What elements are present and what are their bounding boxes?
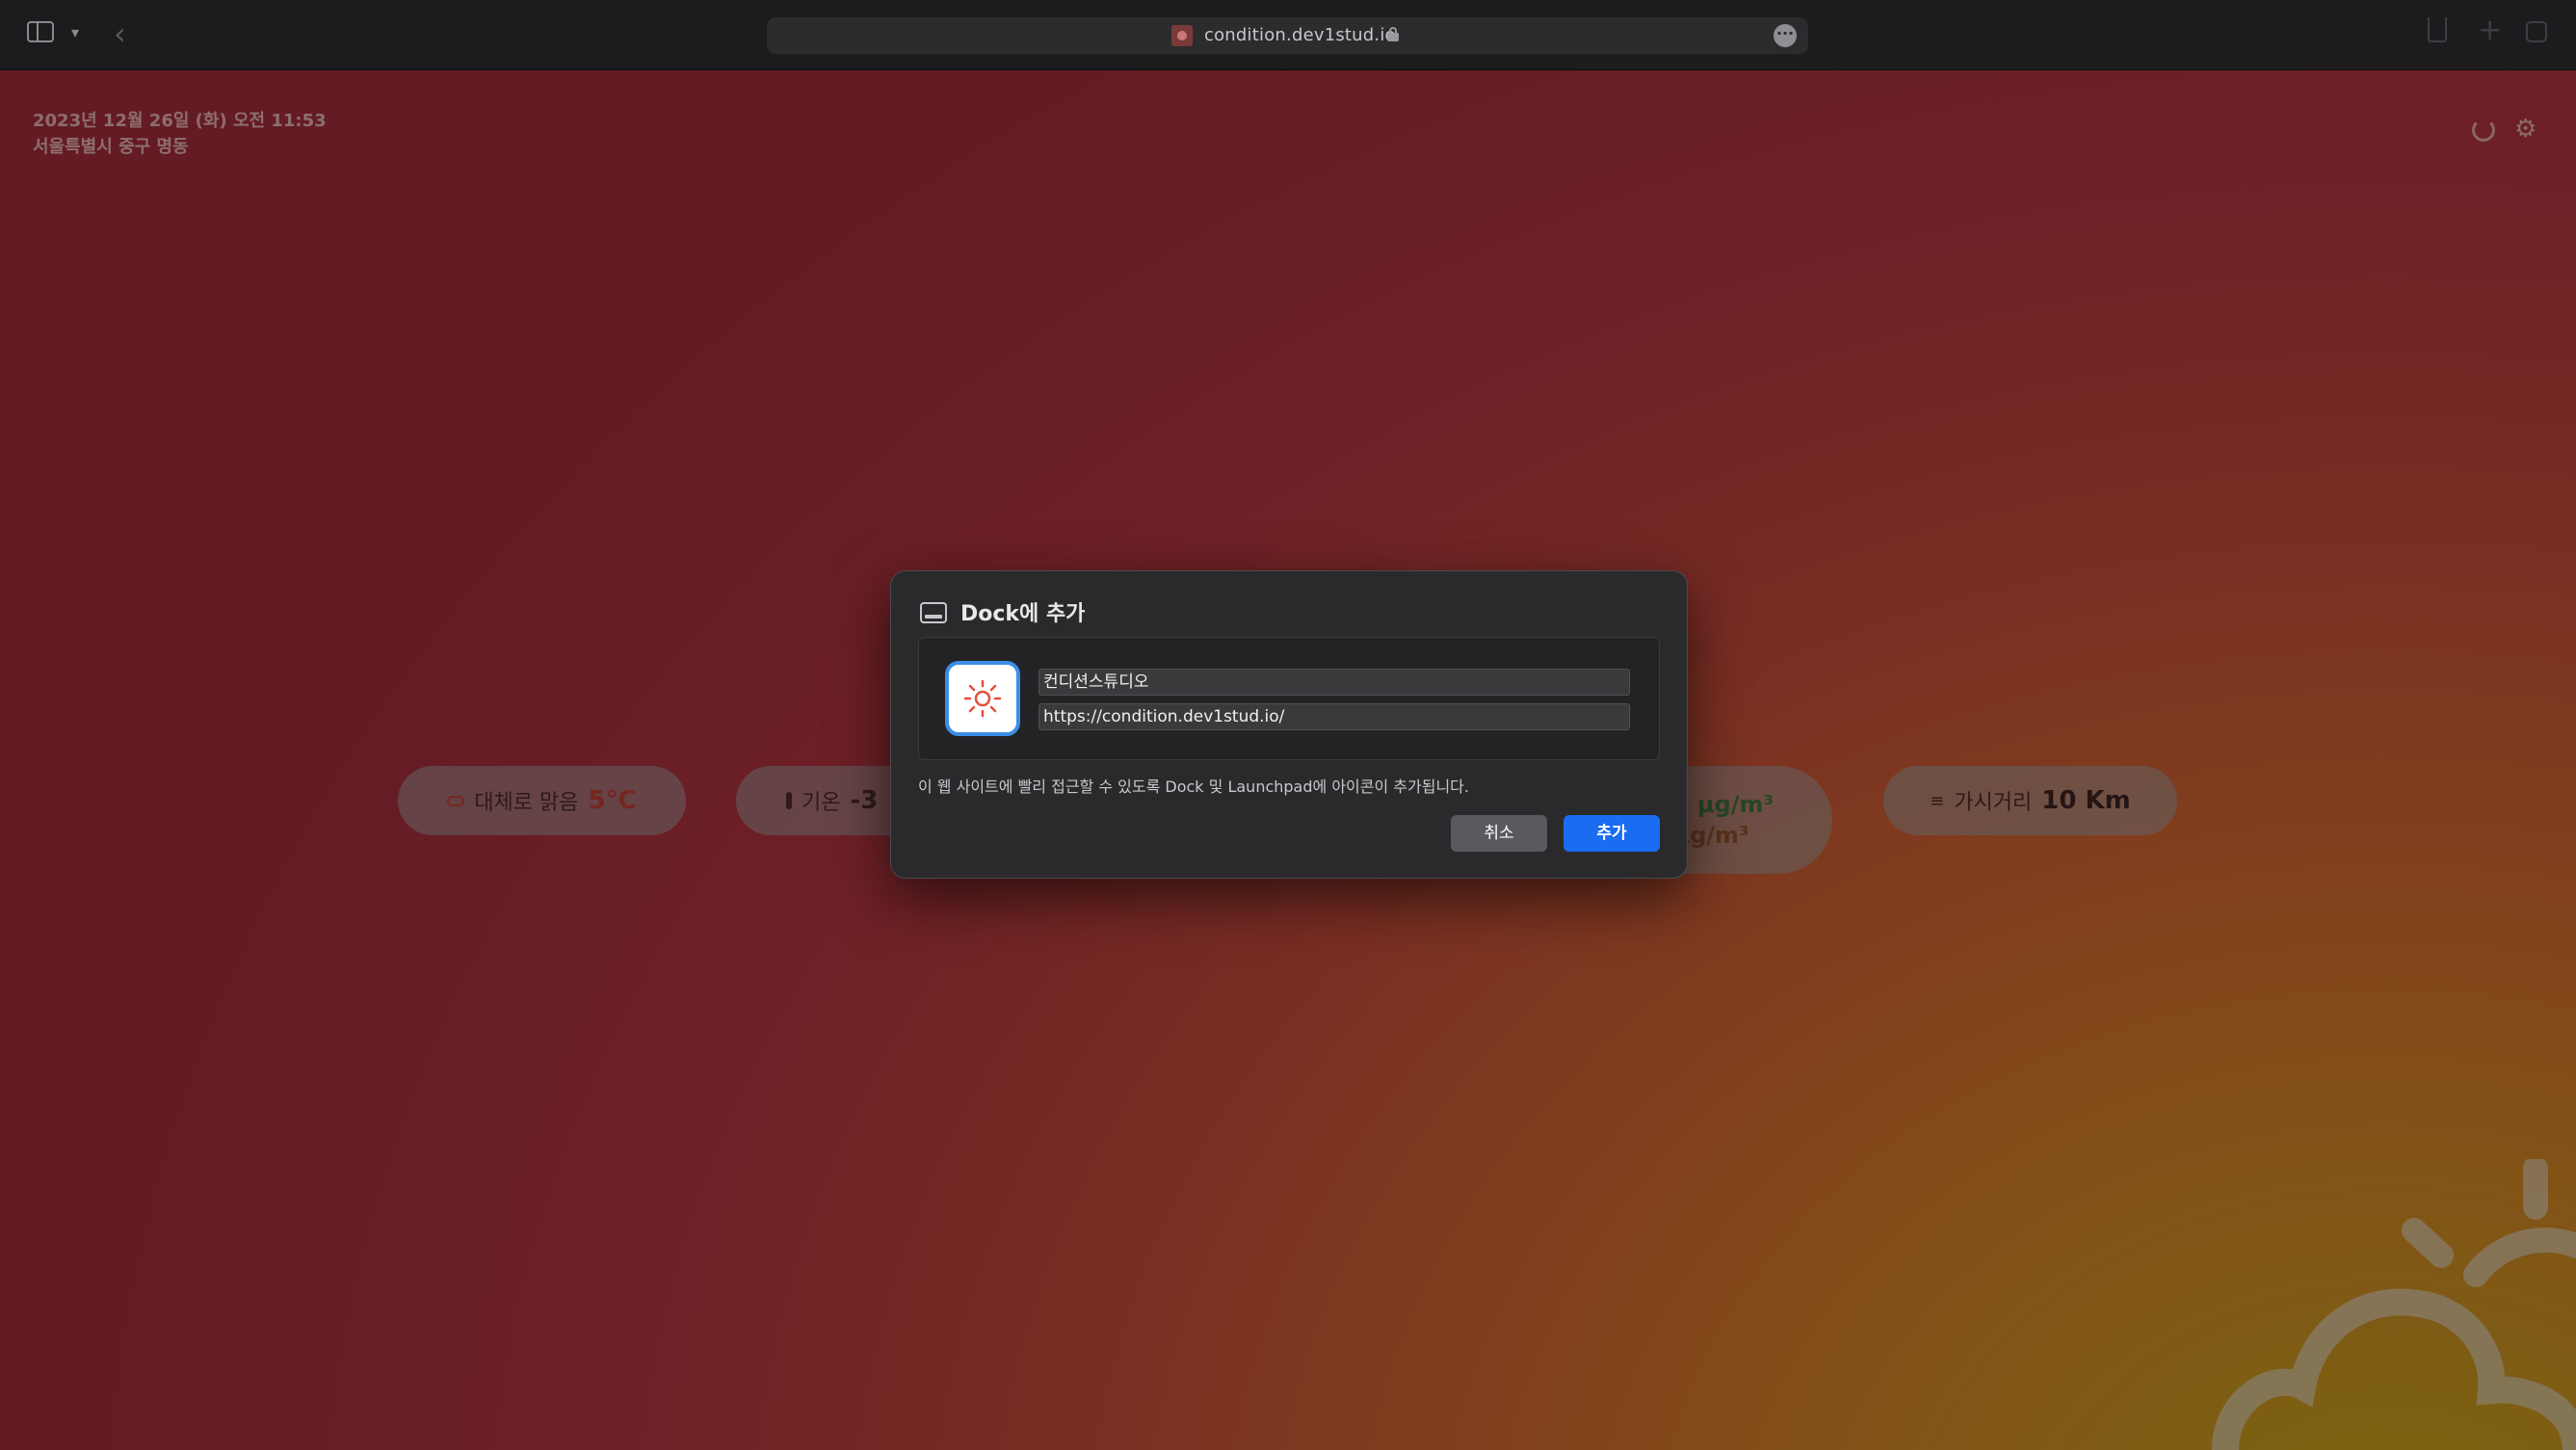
app-info-box: 컨디션스튜디오 https://condition.dev1stud.io/ xyxy=(918,637,1660,760)
app-name-field[interactable]: 컨디션스튜디오 xyxy=(1038,669,1630,696)
add-to-dock-dialog: Dock에 추가 컨디션스튜디오 https://condition.dev1s… xyxy=(890,570,1688,879)
chevron-down-icon[interactable]: ▾ xyxy=(71,23,79,41)
app-sun-icon xyxy=(945,661,1020,736)
address-bar[interactable]: condition.dev1stud.io ··· xyxy=(767,17,1808,54)
app-url-field[interactable]: https://condition.dev1stud.io/ xyxy=(1038,703,1630,730)
back-button[interactable]: ‹ xyxy=(114,15,126,52)
site-favicon-icon xyxy=(1171,25,1193,46)
new-tab-icon[interactable]: + xyxy=(2478,13,2502,47)
add-button[interactable]: 추가 xyxy=(1564,815,1660,852)
lock-icon xyxy=(1387,27,1399,41)
url-text: condition.dev1stud.io xyxy=(1204,25,1396,45)
tab-overview-icon[interactable] xyxy=(2526,21,2547,42)
browser-toolbar: ▾ ‹ condition.dev1stud.io ··· + xyxy=(0,0,2576,70)
dialog-title: Dock에 추가 xyxy=(960,602,1086,626)
dialog-description: 이 웹 사이트에 빨리 접근할 수 있도록 Dock 및 Launchpad에 … xyxy=(918,778,1469,796)
cancel-button[interactable]: 취소 xyxy=(1451,815,1547,852)
dock-icon xyxy=(920,602,947,623)
sidebar-toggle-icon[interactable] xyxy=(27,21,54,42)
more-options-button[interactable]: ··· xyxy=(1774,24,1797,47)
share-icon[interactable] xyxy=(2428,17,2447,42)
